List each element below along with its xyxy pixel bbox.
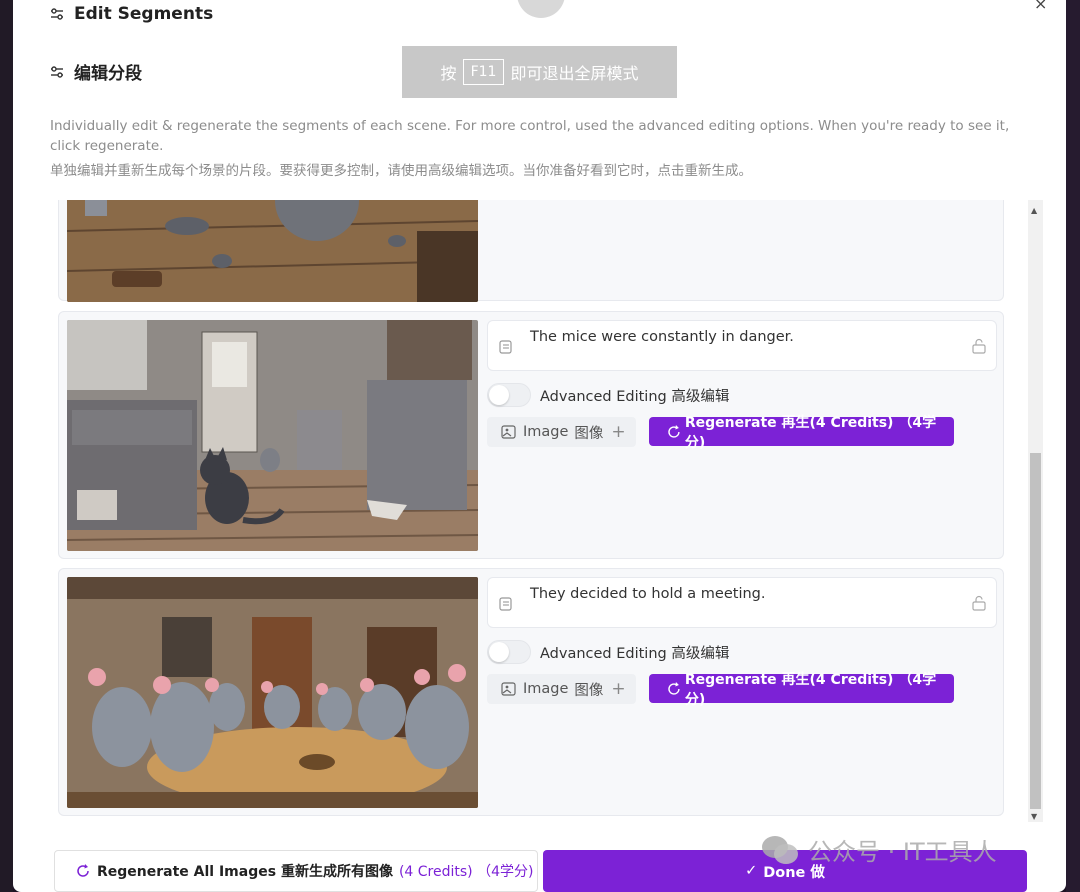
unlock-icon[interactable]	[972, 595, 986, 611]
caption-text: The mice were constantly in danger.	[530, 329, 794, 345]
refresh-icon	[668, 681, 680, 695]
scroll-down-arrow-icon[interactable]: ▼	[1031, 812, 1037, 821]
image-button[interactable]: Image 图像 +	[487, 674, 636, 704]
segment-card	[58, 200, 1004, 302]
segment-card: They decided to hold a meeting. Advanced…	[58, 568, 1004, 816]
advanced-editing-row: Advanced Editing 高级编辑	[487, 640, 729, 664]
refresh-icon	[77, 864, 89, 877]
wechat-icon	[762, 835, 798, 864]
regenerate-label: Regenerate 再生(4 Credits) （4学分)	[684, 414, 937, 451]
dialog-title-en: Edit Segments	[74, 4, 214, 24]
advanced-editing-label: Advanced Editing 高级编辑	[540, 388, 730, 405]
dialog-title-zh: 编辑分段	[74, 64, 142, 84]
advanced-editing-toggle[interactable]	[487, 640, 531, 664]
plus-icon: +	[611, 422, 626, 442]
advanced-editing-toggle[interactable]	[487, 383, 531, 407]
image-button[interactable]: Image 图像 +	[487, 417, 636, 447]
banner-suffix: 即可退出全屏模式	[510, 64, 639, 83]
scrollbar-thumb[interactable]	[1030, 453, 1041, 809]
image-label-zh: 图像	[574, 682, 604, 699]
advanced-editing-label: Advanced Editing 高级编辑	[540, 645, 730, 662]
banner-prefix: 按	[440, 64, 457, 83]
segment-card: The mice were constantly in danger. Adva…	[58, 311, 1004, 559]
fullscreen-exit-banner: 按 F11 即可退出全屏模式	[402, 46, 677, 98]
background-left	[0, 0, 13, 892]
caption-field[interactable]: The mice were constantly in danger.	[487, 320, 997, 371]
regenerate-all-label: Regenerate All Images 重新生成所有图像	[97, 864, 393, 880]
caption-text: They decided to hold a meeting.	[530, 586, 766, 602]
scroll-note-icon	[499, 340, 512, 354]
regenerate-label: Regenerate 再生(4 Credits) （4学分)	[684, 671, 937, 708]
regenerate-button[interactable]: Regenerate 再生(4 Credits) （4学分)	[649, 415, 954, 451]
background-right	[1066, 0, 1080, 892]
dialog-title: Edit Segments	[50, 4, 213, 24]
unlock-icon[interactable]	[972, 338, 986, 354]
f11-key: F11	[462, 59, 505, 85]
regenerate-button[interactable]: Regenerate 再生(4 Credits) （4学分)	[649, 672, 954, 708]
check-icon: ✓	[745, 863, 758, 879]
caption-field[interactable]: They decided to hold a meeting.	[487, 577, 997, 628]
description-zh: 单独编辑并重新生成每个场景的片段。要获得更多控制，请使用高级编辑选项。当你准备好…	[50, 163, 752, 179]
image-plus-icon	[501, 425, 516, 439]
description-en: Individually edit & regenerate the segme…	[50, 118, 1010, 154]
segment-image[interactable]	[67, 320, 478, 551]
image-plus-icon	[501, 682, 516, 696]
regenerate-all-button[interactable]: Regenerate All Images 重新生成所有图像 (4 Credit…	[54, 850, 538, 892]
kitchen-mice-illustration	[67, 200, 478, 302]
close-icon[interactable]: ×	[1034, 0, 1047, 13]
image-label: Image	[523, 681, 569, 697]
segment-image[interactable]	[67, 577, 478, 808]
image-label-zh: 图像	[574, 425, 604, 442]
advanced-editing-row: Advanced Editing 高级编辑	[487, 383, 729, 407]
dialog-title-zh-row: 编辑分段	[50, 59, 142, 84]
segments-list[interactable]: The mice were constantly in danger. Adva…	[55, 200, 1009, 822]
refresh-icon	[668, 424, 680, 438]
regenerate-all-credits: (4 Credits) （4学分)	[398, 864, 534, 880]
scroll-up-arrow-icon[interactable]: ▲	[1031, 206, 1037, 215]
image-label: Image	[523, 424, 569, 440]
sliders-icon	[51, 8, 63, 20]
watermark: 公众号 · IT工具人	[760, 832, 997, 867]
mice-meeting-illustration	[67, 577, 478, 808]
plus-icon: +	[611, 679, 626, 699]
sliders-icon	[51, 65, 63, 78]
scroll-note-icon	[499, 597, 512, 611]
cat-kitchen-illustration	[67, 320, 478, 551]
segment-image[interactable]	[67, 200, 478, 302]
watermark-text: 公众号 · IT工具人	[808, 838, 997, 866]
